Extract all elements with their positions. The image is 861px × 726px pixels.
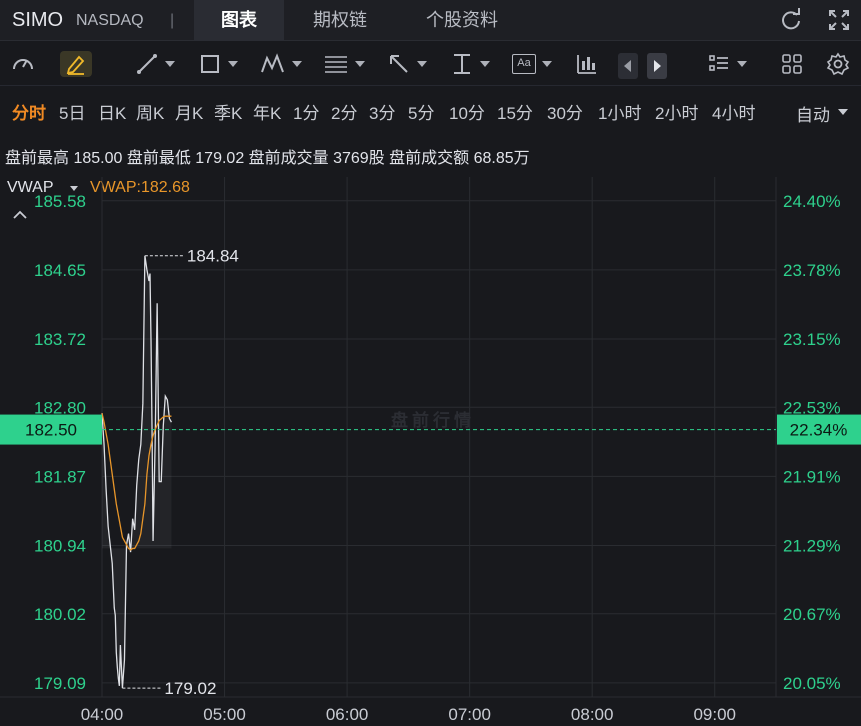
- y-tick-label-right: 21.91%: [783, 467, 841, 486]
- y-tick-label-right: 23.78%: [783, 261, 841, 280]
- y-tick-label-right: 20.67%: [783, 605, 841, 624]
- x-tick-label: 09:00: [693, 705, 736, 724]
- y-tick-label-right: 20.05%: [783, 674, 841, 693]
- y-tick-label: 184.65: [34, 261, 86, 280]
- y-tick-label: 182.80: [34, 398, 86, 417]
- y-tick-label-right: 24.40%: [783, 192, 841, 211]
- y-tick-label: 185.58: [34, 192, 86, 211]
- x-tick-label: 07:00: [448, 705, 491, 724]
- current-price-text: 182.50: [25, 421, 77, 440]
- high-price-label: 184.84: [187, 247, 239, 266]
- y-tick-label-right: 23.15%: [783, 330, 841, 349]
- y-tick-label-right: 21.29%: [783, 536, 841, 555]
- y-tick-label: 181.87: [34, 467, 86, 486]
- x-tick-label: 08:00: [571, 705, 614, 724]
- watermark-text: 盘前行情: [391, 410, 475, 430]
- x-tick-label: 05:00: [203, 705, 246, 724]
- current-change-text: 22.34%: [790, 421, 848, 440]
- x-tick-label: 06:00: [326, 705, 369, 724]
- y-tick-label: 180.02: [34, 605, 86, 624]
- low-price-label: 179.02: [164, 679, 216, 698]
- x-tick-label: 04:00: [81, 705, 124, 724]
- price-chart[interactable]: 185.58 24.40% 184.65 23.78% 183.72 23.15% 182.…: [0, 0, 861, 726]
- y-tick-label-right: 22.53%: [783, 398, 841, 417]
- y-tick-label: 183.72: [34, 330, 86, 349]
- y-tick-label: 179.09: [34, 674, 86, 693]
- y-tick-label: 180.94: [34, 536, 86, 555]
